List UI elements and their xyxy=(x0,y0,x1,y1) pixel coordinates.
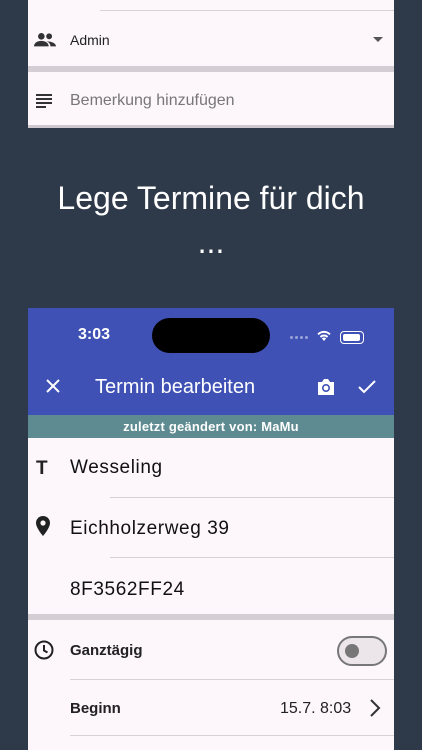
chevron-right-icon[interactable] xyxy=(369,698,381,723)
toggle-knob xyxy=(345,644,359,658)
location-field[interactable]: Eichholzerweg 39 xyxy=(28,498,394,558)
allday-row: Ganztägig xyxy=(28,620,394,680)
note-input[interactable]: Bemerkung hinzufügen xyxy=(28,72,394,124)
allday-label: Ganztägig xyxy=(70,642,143,659)
title-icon: T xyxy=(36,458,48,479)
status-icons xyxy=(290,328,364,346)
clock-icon xyxy=(34,640,54,665)
caret-down-icon[interactable] xyxy=(373,37,383,42)
divider xyxy=(70,735,394,736)
admin-label: Admin xyxy=(70,32,110,48)
phone-screenshot: 3:03 Termin bearbeiten zuletzt geändert … xyxy=(28,308,394,750)
check-icon[interactable] xyxy=(357,378,377,401)
battery-icon xyxy=(340,330,364,344)
headline-line2: ... xyxy=(197,224,225,260)
close-icon[interactable] xyxy=(42,375,64,397)
promo-headline: Lege Termine für dich ... xyxy=(0,176,422,264)
code-field[interactable]: 8F3562FF24 xyxy=(28,558,394,618)
camera-icon[interactable] xyxy=(316,378,336,401)
location-pin-icon xyxy=(36,516,50,541)
cellular-icon xyxy=(290,335,308,339)
begin-row[interactable]: Beginn 15.7. 8:03 xyxy=(28,680,394,736)
begin-value[interactable]: 15.7. 8:03 xyxy=(280,700,351,718)
form-card-top: Admin Bemerkung hinzufügen xyxy=(28,0,394,128)
title-value[interactable]: Wesseling xyxy=(70,457,163,479)
allday-toggle[interactable] xyxy=(337,636,387,666)
app-bar: 3:03 Termin bearbeiten xyxy=(28,308,394,415)
location-value[interactable]: Eichholzerweg 39 xyxy=(70,518,230,540)
appbar-title: Termin bearbeiten xyxy=(95,376,256,398)
wifi-icon xyxy=(316,328,332,346)
headline-line1: Lege Termine für dich xyxy=(57,180,365,216)
divider xyxy=(100,10,394,11)
code-value[interactable]: 8F3562FF24 xyxy=(70,579,185,601)
status-time: 3:03 xyxy=(78,326,111,343)
dynamic-island xyxy=(152,318,270,353)
admin-select[interactable]: Admin xyxy=(28,15,394,67)
group-icon xyxy=(34,32,56,53)
note-placeholder[interactable]: Bemerkung hinzufügen xyxy=(70,92,235,110)
last-changed-banner: zuletzt geändert von: MaMu xyxy=(28,415,394,438)
divider xyxy=(28,125,394,128)
title-field[interactable]: T Wesseling xyxy=(28,438,394,498)
notes-icon xyxy=(36,94,52,113)
begin-label: Beginn xyxy=(70,700,121,717)
